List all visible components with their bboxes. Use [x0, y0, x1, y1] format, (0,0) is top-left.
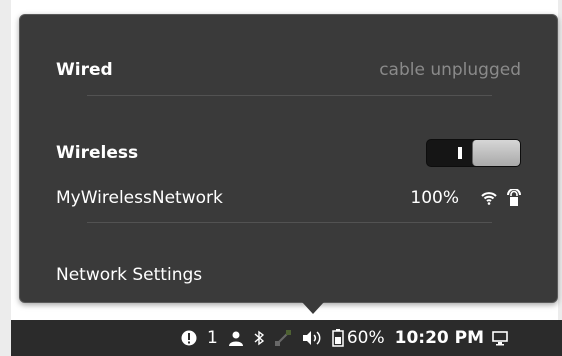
separator [87, 222, 492, 223]
clock[interactable]: 10:20 PM [395, 328, 484, 348]
background-left [0, 0, 11, 356]
network-item[interactable]: MyWirelessNetwork 100% [56, 187, 521, 209]
wireless-toggle[interactable] [426, 139, 521, 167]
alert-icon[interactable] [181, 330, 197, 346]
network-menu: Wired cable unplugged Wireless MyWireles… [19, 14, 558, 303]
toggle-knob[interactable] [472, 140, 520, 166]
signal-strength: 100% [410, 188, 459, 208]
battery-icon[interactable] [332, 329, 344, 347]
wired-status: cable unplugged [379, 60, 521, 80]
bluetooth-icon[interactable] [254, 330, 264, 346]
wifi-signal-icon [481, 191, 497, 205]
top-panel: 1 60% 10:20 PM [11, 320, 562, 356]
background-right [558, 0, 562, 356]
volume-icon[interactable] [302, 330, 322, 346]
menu-pointer [302, 302, 324, 314]
battery-level[interactable]: 60% [347, 328, 385, 348]
wireless-label: Wireless [56, 143, 139, 163]
network-name: MyWirelessNetwork [56, 188, 223, 208]
display-icon[interactable] [492, 330, 508, 346]
wireless-row: Wireless [56, 139, 521, 167]
notification-count[interactable]: 1 [207, 328, 218, 348]
user-icon[interactable] [228, 330, 244, 346]
wired-row[interactable]: Wired cable unplugged [56, 59, 521, 81]
network-settings-item[interactable]: Network Settings [56, 264, 521, 286]
wired-label: Wired [56, 60, 113, 80]
network-disconnected-icon[interactable] [274, 329, 292, 347]
toggle-on-indicator [458, 147, 462, 159]
network-settings-label: Network Settings [56, 265, 203, 285]
separator [87, 95, 492, 96]
lock-icon [507, 189, 521, 207]
